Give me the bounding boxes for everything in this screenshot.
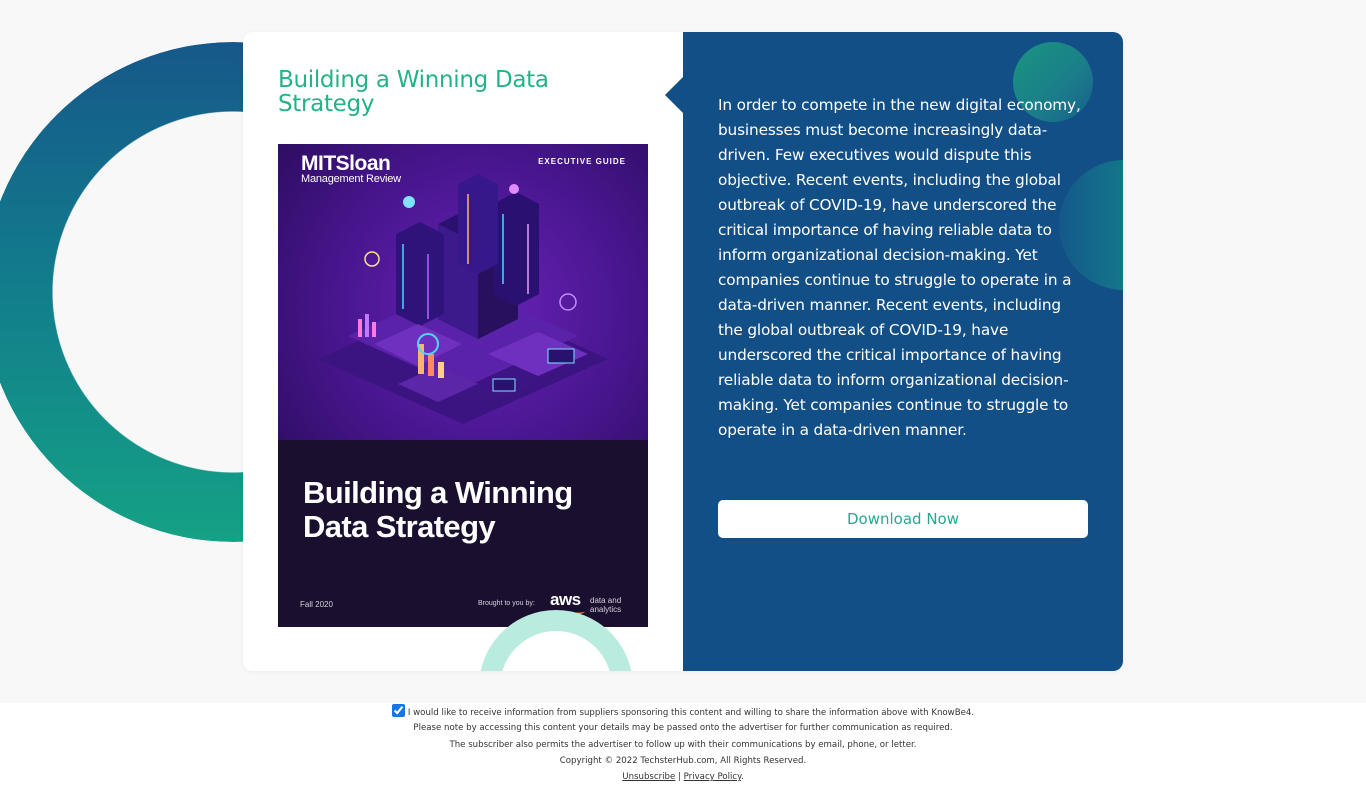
card-left-panel: Building a Winning Data Strategy MITSloa… — [243, 32, 683, 671]
card-title: Building a Winning Data Strategy — [278, 67, 549, 117]
cover-season: Fall 2020 — [300, 600, 333, 609]
cover-illustration: MITSloan Management Review EXECUTIVE GUI… — [278, 144, 648, 440]
cover-title: Building a Winning Data Strategy — [303, 475, 573, 544]
unsubscribe-link[interactable]: Unsubscribe — [622, 772, 675, 782]
footer-links: Unsubscribe | Privacy Policy. — [0, 769, 1366, 785]
footer-note: The subscriber also permits the advertis… — [449, 739, 917, 750]
download-button[interactable]: Download Now — [718, 500, 1088, 538]
publisher-subtitle: Management Review — [301, 173, 401, 185]
copyright: Copyright © 2022 TechsterHub.com, All Ri… — [559, 755, 807, 766]
sponsor-text: data and analytics — [590, 596, 622, 614]
cover-brought-by: Brought to you by: — [478, 600, 535, 607]
privacy-policy-link[interactable]: Privacy Policy — [684, 772, 741, 782]
consent-checkbox[interactable] — [391, 704, 405, 717]
card-right-panel: In order to compete in the new digital e… — [683, 32, 1123, 671]
consent-row: I would like to receive information from… — [0, 704, 1366, 720]
card-description: In order to compete in the new digital e… — [718, 96, 1081, 439]
content-card: Building a Winning Data Strategy MITSloa… — [243, 32, 1123, 671]
link-separator: | — [678, 772, 681, 783]
panel-notch — [665, 77, 683, 113]
consent-text: I would like to receive information from… — [407, 708, 975, 718]
aws-logo: aws — [550, 590, 581, 609]
trailing-period: . — [740, 772, 744, 783]
publisher-name: MITSloan — [301, 152, 391, 175]
footer-note: Please note by accessing this content yo… — [413, 723, 953, 734]
publisher-logo: MITSloan Management Review — [301, 152, 401, 185]
cover-title-block: Building a Winning Data Strategy Fall 20… — [278, 440, 648, 627]
cover-label: EXECUTIVE GUIDE — [538, 157, 626, 166]
hero-section: Building a Winning Data Strategy MITSloa… — [0, 0, 1366, 703]
ebook-cover: MITSloan Management Review EXECUTIVE GUI… — [278, 144, 648, 627]
footer: I would like to receive information from… — [0, 703, 1366, 786]
